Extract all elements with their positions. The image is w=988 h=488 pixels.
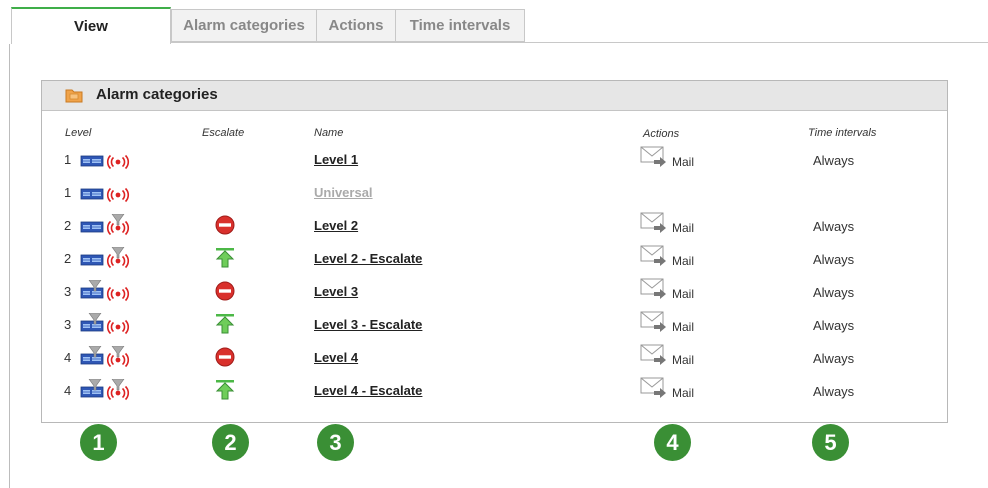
monitor-icon bbox=[80, 181, 106, 208]
content-border bbox=[9, 44, 10, 488]
tab-divider bbox=[171, 42, 988, 43]
action-label: Mail bbox=[672, 254, 695, 268]
col-escalate: Escalate bbox=[202, 127, 245, 139]
mail-icon bbox=[640, 278, 670, 307]
filtered-signal-icon bbox=[106, 246, 130, 274]
alarm-categories-panel: Alarm categories Level Escalate Name Act… bbox=[41, 80, 948, 423]
time-interval-value: Always bbox=[813, 318, 855, 333]
table-row: 1 Universal bbox=[42, 179, 947, 207]
stop-icon bbox=[214, 280, 236, 307]
alarm-signal-icon bbox=[106, 148, 130, 175]
tab-alarm-categories[interactable]: Alarm categories bbox=[171, 9, 317, 42]
filtered-monitor-icon bbox=[80, 345, 106, 373]
escalate-up-icon bbox=[214, 379, 236, 406]
mail-icon bbox=[640, 311, 670, 340]
category-name-link[interactable]: Level 4 - Escalate bbox=[314, 383, 422, 398]
table-row: 2 Level 2 - Escalate Mail Always bbox=[42, 245, 947, 273]
time-interval-value: Always bbox=[813, 351, 855, 366]
monitor-icon bbox=[80, 214, 106, 241]
action-label: Mail bbox=[672, 320, 695, 334]
escalate-up-icon bbox=[214, 247, 236, 274]
alarm-signal-icon bbox=[106, 313, 130, 340]
filtered-signal-icon bbox=[106, 378, 130, 406]
col-level: Level bbox=[65, 127, 92, 139]
monitor-icon bbox=[80, 247, 106, 274]
action-label: Mail bbox=[672, 155, 695, 169]
level-number: 3 bbox=[64, 284, 72, 299]
category-name-link[interactable]: Level 2 bbox=[314, 218, 358, 233]
callout-4: 4 bbox=[654, 424, 691, 461]
action-label: Mail bbox=[672, 386, 695, 400]
callout-5: 5 bbox=[812, 424, 849, 461]
table-row: 1 Level 1 Mail Always bbox=[42, 146, 947, 174]
filtered-signal-icon bbox=[106, 213, 130, 241]
time-interval-value: Always bbox=[813, 153, 855, 168]
level-number: 2 bbox=[64, 218, 72, 233]
alarm-signal-icon bbox=[106, 181, 130, 208]
table-row: 3 Level 3 - Escalate Mail Always bbox=[42, 311, 947, 339]
tab-view[interactable]: View bbox=[11, 7, 171, 44]
level-number: 3 bbox=[64, 317, 72, 332]
folder-icon bbox=[65, 89, 83, 103]
callout-2: 2 bbox=[212, 424, 249, 461]
panel-title: Alarm categories bbox=[96, 86, 218, 103]
col-name: Name bbox=[314, 127, 344, 139]
escalate-up-icon bbox=[214, 313, 236, 340]
col-actions: Actions bbox=[643, 128, 680, 140]
filtered-signal-icon bbox=[106, 345, 130, 373]
stop-icon bbox=[214, 346, 236, 373]
time-interval-value: Always bbox=[813, 219, 855, 234]
mail-icon bbox=[640, 377, 670, 406]
category-name-link[interactable]: Level 3 - Escalate bbox=[314, 317, 422, 332]
filtered-monitor-icon bbox=[80, 378, 106, 406]
action-label: Mail bbox=[672, 287, 695, 301]
time-interval-value: Always bbox=[813, 285, 855, 300]
mail-icon bbox=[640, 212, 670, 241]
filtered-monitor-icon bbox=[80, 312, 106, 340]
mail-icon bbox=[640, 146, 670, 175]
action-label: Mail bbox=[672, 221, 695, 235]
category-name-link[interactable]: Universal bbox=[314, 185, 373, 200]
level-number: 4 bbox=[64, 350, 72, 365]
level-number: 4 bbox=[64, 383, 72, 398]
filtered-monitor-icon bbox=[80, 279, 106, 307]
time-interval-value: Always bbox=[813, 252, 855, 267]
col-time-intervals: Time intervals bbox=[808, 127, 877, 139]
callout-1: 1 bbox=[80, 424, 117, 461]
category-name-link[interactable]: Level 4 bbox=[314, 350, 358, 365]
table-row: 4 Level 4 - Escalate Mail Always bbox=[42, 377, 947, 405]
category-name-link[interactable]: Level 2 - Escalate bbox=[314, 251, 422, 266]
tab-actions[interactable]: Actions bbox=[316, 9, 396, 42]
table-row: 4 Level 4 Mail Always bbox=[42, 344, 947, 372]
stop-icon bbox=[214, 214, 236, 241]
alarm-signal-icon bbox=[106, 280, 130, 307]
callout-3: 3 bbox=[317, 424, 354, 461]
tab-time-intervals[interactable]: Time intervals bbox=[395, 9, 525, 42]
category-name-link[interactable]: Level 3 bbox=[314, 284, 358, 299]
action-label: Mail bbox=[672, 353, 695, 367]
time-interval-value: Always bbox=[813, 384, 855, 399]
level-number: 2 bbox=[64, 251, 72, 266]
table-row: 2 Level 2 Mail Always bbox=[42, 212, 947, 240]
table-row: 3 Level 3 Mail Always bbox=[42, 278, 947, 306]
tab-bar: View Alarm categories Actions Time inter… bbox=[0, 0, 988, 44]
level-number: 1 bbox=[64, 152, 72, 167]
category-name-link[interactable]: Level 1 bbox=[314, 152, 358, 167]
mail-icon bbox=[640, 344, 670, 373]
level-number: 1 bbox=[64, 185, 72, 200]
panel-header: Alarm categories bbox=[42, 81, 947, 111]
monitor-icon bbox=[80, 148, 106, 175]
mail-icon bbox=[640, 245, 670, 274]
